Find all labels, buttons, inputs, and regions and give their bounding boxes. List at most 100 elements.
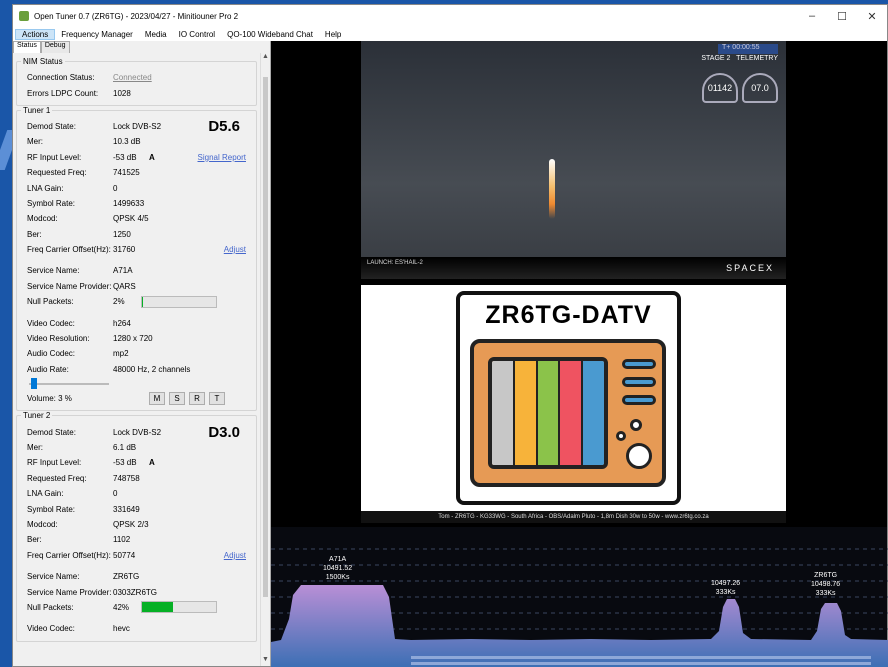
menu-bar: Actions Frequency Manager Media IO Contr… <box>13 27 887 41</box>
field-value: h264 <box>113 318 131 328</box>
field-label: Demod State: <box>27 121 76 131</box>
field-label: Modcod: <box>27 214 58 224</box>
close-button[interactable]: ✕ <box>857 10 887 23</box>
menu-frequency-manager[interactable]: Frequency Manager <box>55 30 139 39</box>
field-value: 1280 x 720 <box>113 334 153 344</box>
tuner-tag: D5.6 <box>208 117 240 135</box>
null-packets-meter <box>141 295 217 308</box>
channel-marker <box>411 662 871 665</box>
field-label: Connection Status: <box>27 73 95 83</box>
signal-label-zr6tg[interactable]: ZR6TG 10498.76 333Ks <box>811 571 840 598</box>
video-feed-tuner2[interactable]: ZR6TG-DATV Tom - ZR6TG - KG33WG - South … <box>361 285 786 523</box>
station-logo: ZR6TG-DATV <box>456 291 681 505</box>
field-value: 0 <box>113 489 118 499</box>
adjust-link[interactable]: Adjust <box>224 245 246 254</box>
field-label: Service Name Provider: <box>27 587 112 597</box>
transmit-button[interactable]: T <box>209 392 225 406</box>
field-value: 31760 <box>113 245 136 255</box>
record-button[interactable]: R <box>189 392 205 406</box>
rf-flag: A <box>149 152 155 162</box>
field-value: QPSK 2/3 <box>113 519 149 529</box>
null-packets-fill <box>142 296 144 307</box>
nim-status-group: NIM Status Connection Status: Connected E… <box>16 57 257 106</box>
field-value: 0303ZR6TG <box>113 587 158 597</box>
field-value: 1250 <box>113 229 131 239</box>
field-label: Video Resolution: <box>27 334 90 344</box>
altitude-gauge: 07.0 <box>742 73 778 103</box>
menu-help[interactable]: Help <box>319 30 347 39</box>
group-title: Tuner 2 <box>21 411 53 421</box>
mission-timer: T+ 00:00:55 <box>718 44 778 54</box>
spectrum-trace <box>271 585 888 667</box>
field-value: 10.3 dB <box>113 137 141 147</box>
field-label: Ber: <box>27 229 42 239</box>
slider-thumb[interactable] <box>31 378 38 390</box>
scrollbar-thumb[interactable] <box>263 77 268 597</box>
launch-label: LAUNCH: ES'HAIL-2 <box>367 260 423 266</box>
launch-timeline: LAUNCH: ES'HAIL-2 SPACEX <box>361 257 786 279</box>
tv-icon <box>470 339 666 487</box>
signal-label-10497[interactable]: 10497.26 333Ks <box>711 579 740 597</box>
tab-debug[interactable]: Debug <box>40 41 70 53</box>
telemetry-label: TELEMETRY <box>736 55 778 62</box>
field-label: Audio Codec: <box>27 349 76 359</box>
field-label: RF Input Level: <box>27 458 82 468</box>
field-label: Service Name: <box>27 572 80 582</box>
maximize-button[interactable]: ☐ <box>827 10 857 23</box>
scroll-down-icon[interactable]: ▼ <box>261 656 270 666</box>
field-value: 50774 <box>113 550 136 560</box>
field-value: 331649 <box>113 504 140 514</box>
tuner-tag: D3.0 <box>208 423 240 441</box>
adjust-link[interactable]: Adjust <box>224 551 246 560</box>
scroll-up-icon[interactable]: ▲ <box>261 53 270 63</box>
field-value: 748758 <box>113 473 140 483</box>
snapshot-button[interactable]: S <box>169 392 185 406</box>
field-label: Service Name: <box>27 266 80 276</box>
field-label: Requested Freq: <box>27 473 87 483</box>
field-value: ZR6TG <box>113 572 140 582</box>
tuner1-group: Tuner 1 Demod State: Lock DVB-S2 D5.6 Mer:… <box>16 105 257 412</box>
spectrum-graph[interactable] <box>271 527 888 667</box>
spectrum-display[interactable]: A71A 10491.52 1500Ks 10497.26 333Ks ZR6T… <box>271 527 888 667</box>
connection-status-link[interactable]: Connected <box>113 73 178 82</box>
field-value: -53 dB <box>113 458 137 468</box>
menu-media[interactable]: Media <box>139 30 173 39</box>
status-scroll-area: NIM Status Connection Status: Connected E… <box>13 53 260 666</box>
field-label: Video Codec: <box>27 624 75 634</box>
vertical-scrollbar[interactable]: ▲ ▼ <box>260 53 270 666</box>
spacex-logo: SPACEX <box>726 263 774 273</box>
app-window: Open Tuner 0.7 (ZR6TG) - 2023/04/27 - Mi… <box>12 4 888 667</box>
null-packets-meter <box>141 601 217 614</box>
minimize-button[interactable]: – <box>797 10 827 23</box>
field-label: Mer: <box>27 443 43 452</box>
menu-actions[interactable]: Actions <box>15 28 56 40</box>
field-value: mp2 <box>113 349 129 359</box>
field-label: Video Codec: <box>27 318 75 328</box>
field-label: Service Name Provider: <box>27 281 112 291</box>
menu-qo100-chat[interactable]: QO-100 Wideband Chat <box>221 30 319 39</box>
field-value: 42% <box>113 602 130 612</box>
field-label: Symbol Rate: <box>27 504 76 514</box>
field-label: Requested Freq: <box>27 168 87 178</box>
mute-button[interactable]: M <box>149 392 165 406</box>
video-feed-tuner1[interactable]: T+ 00:00:55 STAGE 2 TELEMETRY 01142 07.0… <box>361 41 786 279</box>
field-value: 2% <box>113 297 125 307</box>
field-value: Lock DVB-S2 <box>113 121 162 131</box>
tv-screen <box>488 357 608 469</box>
field-label: Modcod: <box>27 519 58 529</box>
field-value: hevc <box>113 624 130 634</box>
null-packets-fill <box>142 602 174 613</box>
channel-marker <box>411 656 871 659</box>
signal-report-link[interactable]: Signal Report <box>198 153 246 162</box>
field-label: Freq Carrier Offset(Hz): <box>27 550 111 560</box>
signal-label-a71a[interactable]: A71A 10491.52 1500Ks <box>323 555 352 582</box>
video-caption: Tom - ZR6TG - KG33WG - South Africa - OB… <box>361 511 786 523</box>
tab-status[interactable]: Status <box>13 41 41 53</box>
field-value: A71A <box>113 266 133 276</box>
volume-slider[interactable] <box>29 377 250 391</box>
slider-track <box>29 383 109 386</box>
tuner2-group: Tuner 2 Demod State: Lock DVB-S2 D3.0 Mer:… <box>16 411 257 642</box>
menu-io-control[interactable]: IO Control <box>173 30 221 39</box>
field-value: 6.1 dB <box>113 443 137 452</box>
field-value: 1499633 <box>113 198 145 208</box>
